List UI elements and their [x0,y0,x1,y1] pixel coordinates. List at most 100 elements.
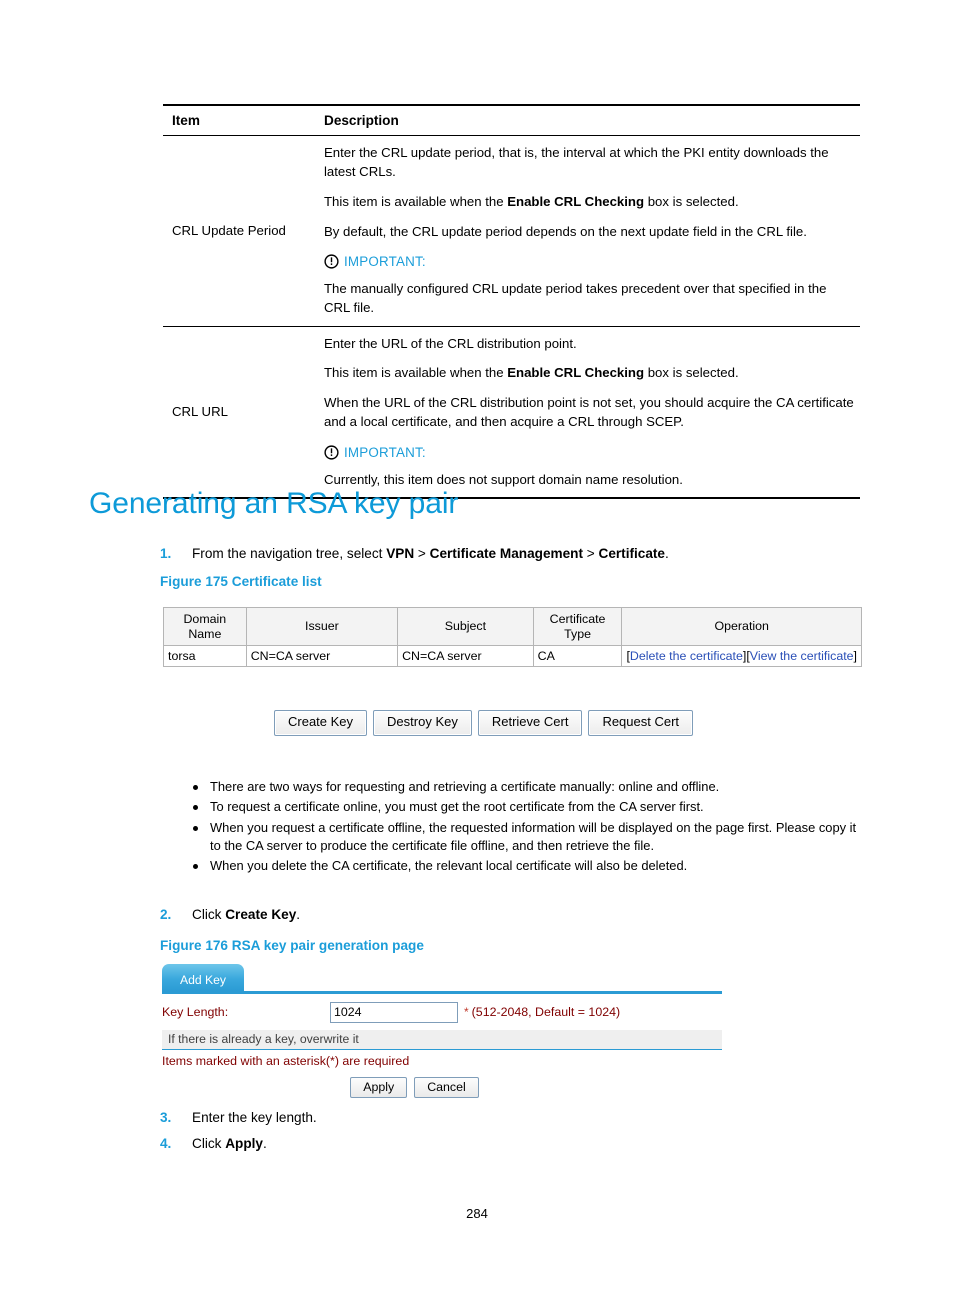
cell-subject: CN=CA server [397,645,534,668]
important-notice: IMPORTANT: [324,252,854,271]
list-item: When you request a certificate offline, … [188,819,868,856]
description-paragraph: Enter the URL of the CRL distribution po… [324,335,577,351]
table-row: CRL URL Enter the URL of the CRL distrib… [163,326,860,500]
certificate-action-buttons: Create Key Destroy Key Retrieve Cert Req… [274,710,694,736]
header-line: Certificate [549,612,606,626]
step-suffix: . [263,1136,267,1151]
create-key-button[interactable]: Create Key [274,710,368,736]
list-item: When you delete the CA certificate, the … [188,857,868,875]
destroy-key-button[interactable]: Destroy Key [373,710,472,736]
column-header-domain-name: Domain Name [163,606,247,647]
delete-certificate-link[interactable]: Delete the certificate [630,649,743,663]
column-header-issuer: Issuer [245,606,399,647]
key-length-input[interactable] [330,1001,458,1023]
step-2: 2. Click Create Key. [160,906,300,924]
step-prefix: Click [192,1136,226,1151]
column-header-subject: Subject [397,606,534,647]
row-description: Enter the CRL update period, that is, th… [314,135,860,327]
cancel-button[interactable]: Cancel [414,1077,479,1099]
bracket-close: ] [853,649,857,664]
document-page: Item Description CRL Update Period Enter… [0,0,954,1296]
step-prefix: Click [192,907,226,922]
tab-underline [162,991,722,994]
step-text: Click Create Key. [192,906,300,924]
column-header-operation: Operation [621,606,862,647]
table-header-row: Item Description [163,104,860,137]
important-notice: IMPORTANT: [324,443,854,462]
step-number: 3. [160,1110,172,1125]
key-length-range-hint: (512-2048, Default = 1024) [471,1005,621,1019]
separator: > [583,546,599,561]
step-text: Click Apply. [192,1135,267,1153]
step-number: 2. [160,907,172,922]
certificate-table: Domain Name Issuer Subject Certificate T… [163,606,862,668]
bold-term: Create Key [225,907,297,922]
bold-term: Enable CRL Checking [507,365,645,381]
row-description: Enter the URL of the CRL distribution po… [314,326,860,500]
list-item: To request a certificate online, you mus… [188,798,868,816]
row-item-label: CRL Update Period [163,135,314,327]
cell-issuer: CN=CA server [245,645,399,668]
column-header-description: Description [314,104,860,137]
table-row: CRL Update Period Enter the CRL update p… [163,135,860,327]
row-item-label: CRL URL [163,326,314,500]
retrieve-cert-button[interactable]: Retrieve Cert [477,710,583,736]
key-length-row: Key Length: * (512-2048, Default = 1024) [162,1001,722,1023]
column-header-item: Item [163,104,314,137]
description-paragraph: Enter the CRL update period, that is, th… [324,145,829,180]
request-cert-button[interactable]: Request Cert [588,710,694,736]
header-line: Type [564,626,591,641]
description-paragraph: When the URL of the CRL distribution poi… [324,395,854,429]
cell-domain-name: torsa [163,645,247,668]
step-number: 4. [160,1136,172,1151]
bold-term: VPN [386,546,415,561]
crl-reference-table: Item Description CRL Update Period Enter… [163,104,860,500]
exclamation-circle-icon [324,254,339,269]
description-paragraph: This item is available when the Enable C… [324,193,739,209]
step-suffix: . [296,907,301,922]
important-label: IMPORTANT: [344,444,426,460]
page-number: 284 [466,1206,488,1221]
bold-term: Apply [225,1136,263,1151]
page-title: Generating an RSA key pair [89,487,459,520]
figure-175-caption: Figure 175 Certificate list [160,574,322,589]
certificate-table-header-row: Domain Name Issuer Subject Certificate T… [163,606,862,647]
view-certificate-link[interactable]: View the certificate [750,649,854,663]
step-suffix: . [664,546,669,561]
cell-certificate-type: CA [532,645,623,668]
column-header-certificate-type: Certificate Type [532,606,623,647]
certificate-notes-list: There are two ways for requesting and re… [188,778,868,878]
list-item: There are two ways for requesting and re… [188,778,868,796]
bold-term: Certificate Management [429,546,583,561]
step-text: Enter the key length. [192,1110,317,1125]
step-prefix: From the navigation tree, select [192,546,387,561]
required-asterisk: * [464,1005,469,1019]
step-4: 4. Click Apply. [160,1135,267,1153]
step-number: 1. [160,546,172,561]
key-length-label: Key Length: [162,1005,229,1019]
step-1: 1. From the navigation tree, select VPN … [160,545,669,563]
form-buttons: Apply Cancel [162,1077,722,1099]
header-line: Domain [183,612,227,626]
tab-strip: Add Key [162,964,722,994]
asterisk-required-note: Items marked with an asterisk(*) are req… [162,1054,410,1068]
certificate-list-screenshot: Domain Name Issuer Subject Certificate T… [163,606,862,668]
description-paragraph: This item is available when the Enable C… [324,365,739,381]
apply-button[interactable]: Apply [350,1077,408,1099]
cell-operation: [Delete the certificate][View the certif… [621,645,862,668]
exclamation-circle-icon [324,445,339,460]
tab-add-key[interactable]: Add Key [162,964,244,991]
important-text: The manually configured CRL update perio… [324,281,827,315]
table-row: torsa CN=CA server CN=CA server CA [Dele… [163,645,862,668]
add-key-form-screenshot: Add Key Key Length: * (512-2048, Default… [162,964,722,1099]
separator: > [414,546,430,561]
bold-term: Enable CRL Checking [507,193,645,209]
bold-term: Certificate [598,546,665,561]
step-text: From the navigation tree, select VPN > C… [192,545,669,563]
header-line: Name [188,626,222,641]
step-3: 3. Enter the key length. [160,1109,317,1127]
overwrite-note: If there is already a key, overwrite it [162,1030,722,1050]
figure-176-caption: Figure 176 RSA key pair generation page [160,938,424,953]
important-label: IMPORTANT: [344,254,426,270]
description-paragraph: By default, the CRL update period depend… [324,223,807,239]
